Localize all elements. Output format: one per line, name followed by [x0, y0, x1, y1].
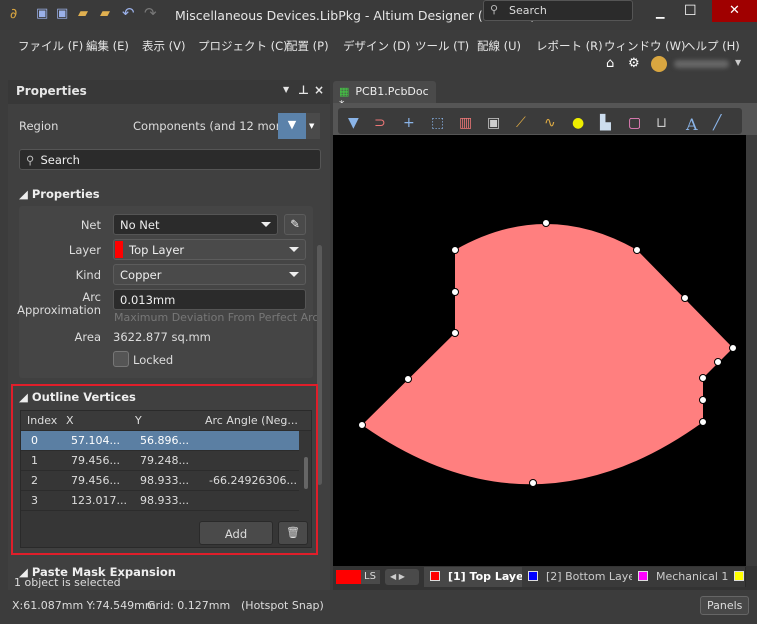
status-bar: X:61.087mm Y:74.549mm Grid: 0.127mm (Hot… [0, 594, 757, 624]
vertex-handle [451, 246, 459, 254]
layer-tab-label: [2] Bottom Layer [546, 570, 640, 583]
current-layer-swatch[interactable] [336, 570, 361, 584]
vertex-handle [729, 344, 737, 352]
vertex-handle [714, 358, 722, 366]
vertex-handle [529, 479, 537, 487]
vertex-handle [542, 219, 550, 227]
vertex-handle [699, 396, 707, 404]
grid-size: Grid: 0.127mm [147, 599, 231, 612]
vertex-handle [699, 418, 707, 426]
layer-tab-bottom[interactable]: [2] Bottom Layer [522, 567, 647, 587]
vertex-handle [633, 246, 641, 254]
layer-scroll-buttons[interactable]: ◀ ▶ [385, 569, 419, 585]
layer-set-button[interactable]: LS [361, 570, 380, 584]
panels-button[interactable]: Panels [700, 596, 750, 615]
layer-tab-label: [1] Top Layer [448, 570, 529, 583]
vertex-handle [358, 421, 366, 429]
layer-tab-more[interactable] [730, 567, 746, 587]
selected-region[interactable] [362, 224, 733, 485]
layer-tab-mechanical-1[interactable]: Mechanical 1 [632, 567, 736, 587]
layer-swatch [734, 571, 744, 581]
snap-mode: (Hotspot Snap) [241, 599, 324, 612]
vertex-handle [681, 294, 689, 302]
vertex-handle [699, 374, 707, 382]
region-shape-layer [358, 219, 737, 487]
layer-swatch [430, 571, 440, 581]
vertex-handle [451, 288, 459, 296]
layer-swatch [638, 571, 648, 581]
layer-tab-label: Mechanical 1 [656, 570, 729, 583]
layer-swatch [528, 571, 538, 581]
cursor-coords: X:61.087mm Y:74.549mm [12, 599, 156, 612]
vertex-handle [451, 329, 459, 337]
layer-tab-top[interactable]: [1] Top Layer [424, 567, 536, 587]
vertex-handle [404, 375, 412, 383]
